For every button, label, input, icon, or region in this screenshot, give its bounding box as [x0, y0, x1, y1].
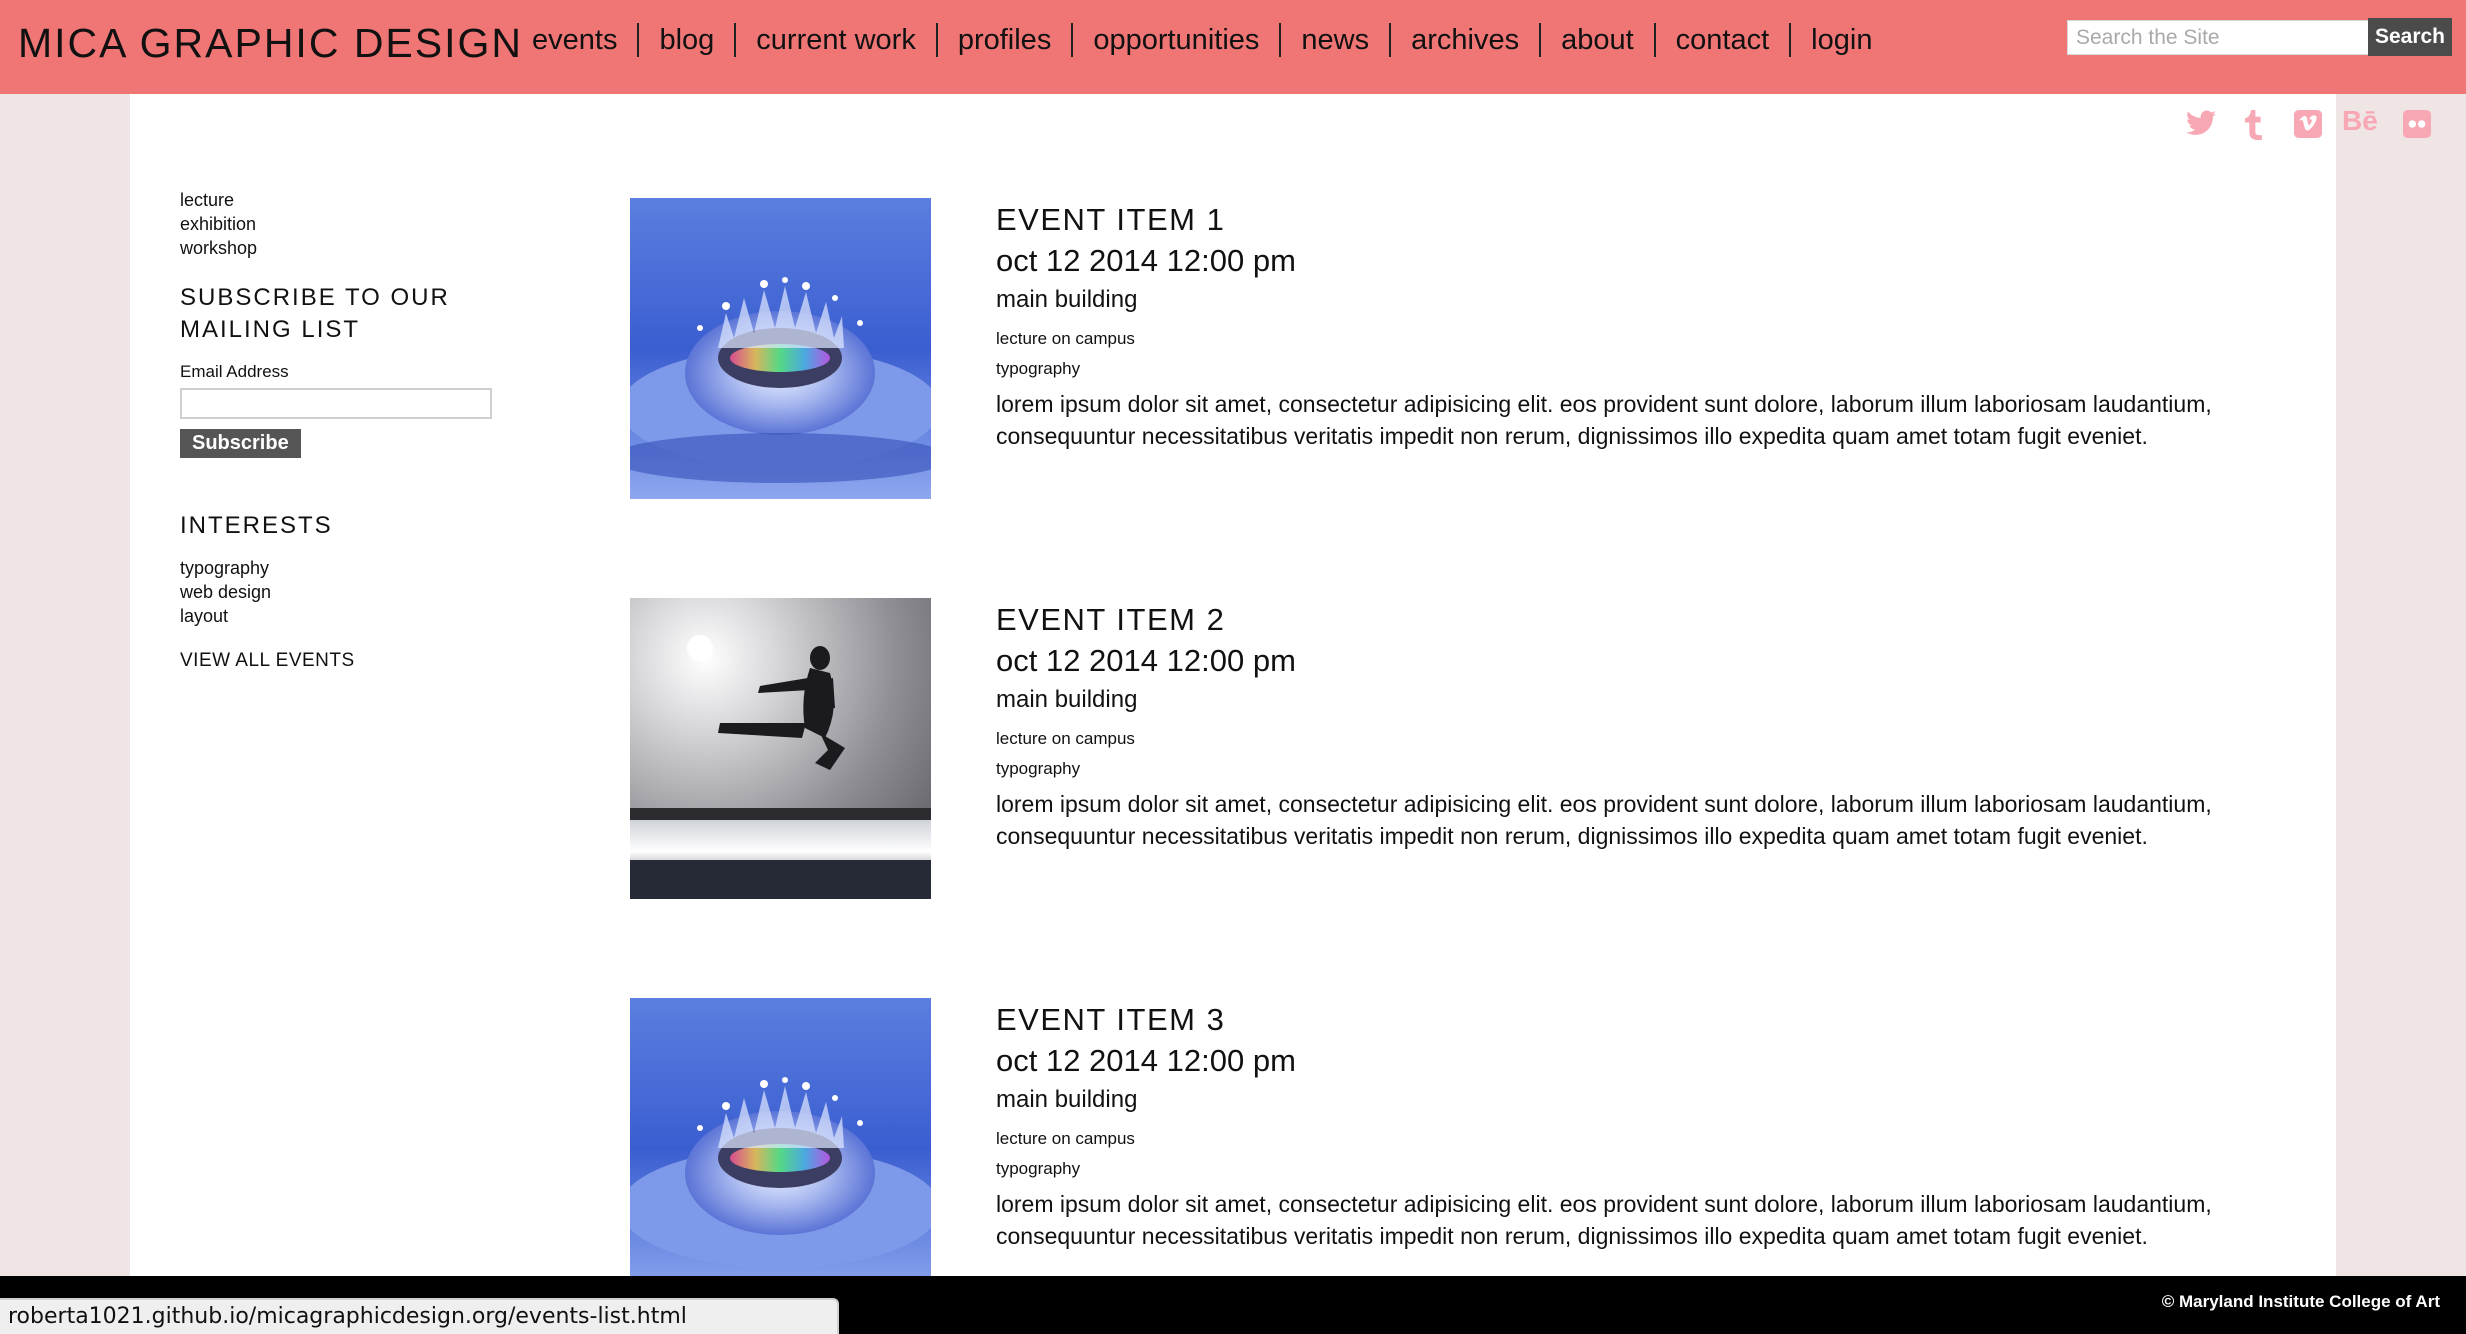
category-workshop[interactable]: workshop	[180, 236, 510, 260]
event-details: EVENT ITEM 1 oct 12 2014 12:00 pm main b…	[996, 198, 2266, 452]
nav-profiles[interactable]: profiles	[938, 23, 1074, 57]
nav-opportunities[interactable]: opportunities	[1073, 23, 1282, 57]
subscribe-button[interactable]: Subscribe	[180, 429, 301, 458]
event-title[interactable]: EVENT ITEM 1	[996, 200, 2266, 240]
interest-layout[interactable]: layout	[180, 604, 510, 628]
event-location: main building	[996, 1086, 1138, 1113]
subscribe-heading-line2: MAILING LIST	[180, 316, 361, 343]
nav-current-work[interactable]: current work	[736, 23, 938, 57]
event-title[interactable]: EVENT ITEM 3	[996, 1000, 2266, 1040]
subscribe-heading-line1: SUBSCRIBE TO OUR	[180, 284, 450, 311]
event-image-splash[interactable]	[630, 198, 931, 499]
category-exhibition[interactable]: exhibition	[180, 212, 510, 236]
status-bar-url: roberta1021.github.io/micagraphicdesign.…	[0, 1298, 839, 1334]
interest-typography[interactable]: typography	[180, 556, 510, 580]
sidebar: lecture exhibition workshop SUBSCRIBE TO…	[180, 188, 510, 672]
vimeo-icon[interactable]	[2291, 110, 2325, 144]
twitter-icon[interactable]	[2184, 110, 2218, 144]
event-date: oct 12 2014 12:00 pm	[996, 643, 1296, 678]
event-tag[interactable]: typography	[996, 754, 2266, 784]
site-header: MICA GRAPHIC DESIGN events blog current …	[0, 0, 2466, 94]
nav-events[interactable]: events	[512, 23, 640, 57]
nav-login[interactable]: login	[1791, 23, 1892, 57]
event-description: lorem ipsum dolor sit amet, consectetur …	[996, 1191, 2212, 1249]
event-title[interactable]: EVENT ITEM 2	[996, 600, 2266, 640]
copyright-text: © Maryland Institute College of Art	[2161, 1292, 2440, 1311]
nav-about[interactable]: about	[1541, 23, 1656, 57]
email-field[interactable]	[180, 388, 492, 419]
event-description: lorem ipsum dolor sit amet, consectetur …	[996, 791, 2212, 849]
nav-news[interactable]: news	[1281, 23, 1392, 57]
event-details: EVENT ITEM 3 oct 12 2014 12:00 pm main b…	[996, 998, 2266, 1252]
search-input[interactable]	[2067, 20, 2369, 55]
event-location: main building	[996, 286, 1138, 313]
event-type: lecture on campus	[996, 329, 1135, 348]
event-date: oct 12 2014 12:00 pm	[996, 243, 1296, 278]
event-location: main building	[996, 686, 1138, 713]
event-tag[interactable]: typography	[996, 1154, 2266, 1184]
nav-contact[interactable]: contact	[1656, 23, 1792, 57]
site-title[interactable]: MICA GRAPHIC DESIGN	[18, 20, 523, 67]
event-image-splash[interactable]	[630, 998, 931, 1299]
nav-archives[interactable]: archives	[1391, 23, 1542, 57]
behance-icon[interactable]: Bē	[2342, 104, 2378, 138]
view-all-events-link[interactable]: VIEW ALL EVENTS	[180, 650, 510, 672]
event-tag[interactable]: typography	[996, 354, 2266, 384]
event-description: lorem ipsum dolor sit amet, consectetur …	[996, 391, 2212, 449]
tumblr-icon[interactable]	[2238, 110, 2272, 144]
event-image-jump[interactable]	[630, 598, 931, 899]
nav-blog[interactable]: blog	[639, 23, 737, 57]
interest-web-design[interactable]: web design	[180, 580, 510, 604]
main-nav: events blog current work profiles opport…	[512, 18, 1892, 62]
email-label: Email Address	[180, 362, 289, 381]
event-type: lecture on campus	[996, 729, 1135, 748]
search-button[interactable]: Search	[2368, 18, 2452, 56]
category-lecture[interactable]: lecture	[180, 188, 510, 212]
interests-heading: INTERESTS	[180, 512, 333, 539]
event-date: oct 12 2014 12:00 pm	[996, 1043, 1296, 1078]
event-details: EVENT ITEM 2 oct 12 2014 12:00 pm main b…	[996, 598, 2266, 852]
flickr-icon[interactable]	[2400, 110, 2434, 144]
event-type: lecture on campus	[996, 1129, 1135, 1148]
